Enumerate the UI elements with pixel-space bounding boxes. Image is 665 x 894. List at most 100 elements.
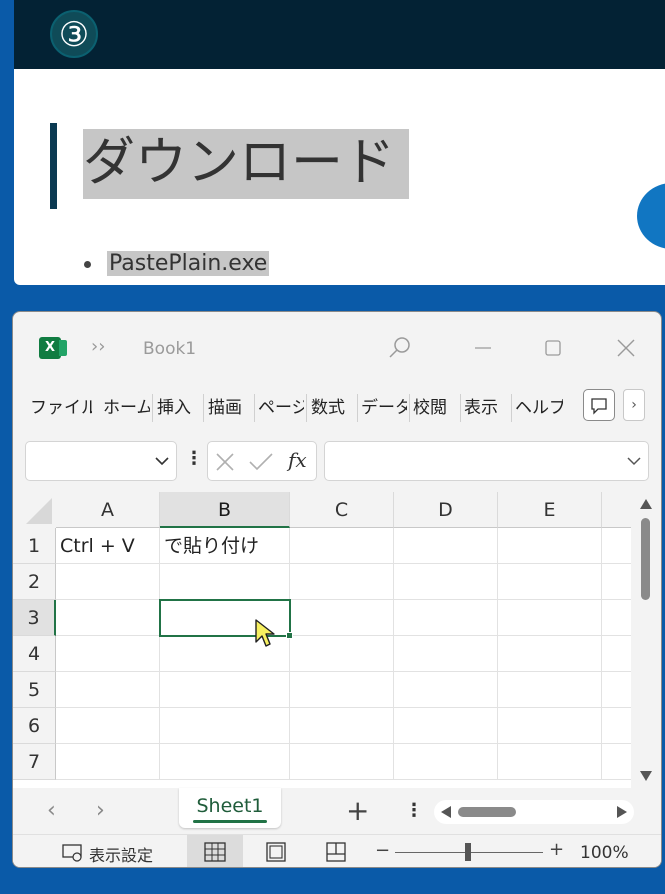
formula-input[interactable] bbox=[324, 441, 649, 481]
cell-e3[interactable] bbox=[498, 600, 602, 636]
tab-help[interactable]: ヘルプ bbox=[515, 396, 563, 420]
cell-e6[interactable] bbox=[498, 708, 602, 744]
download-list-item[interactable]: PastePlain.exe bbox=[84, 251, 270, 276]
column-header-d[interactable]: D bbox=[394, 492, 498, 528]
cell-d2[interactable] bbox=[394, 564, 498, 600]
cell-b6[interactable] bbox=[160, 708, 290, 744]
cell-d1[interactable] bbox=[394, 528, 498, 564]
row-header-6[interactable]: 6 bbox=[13, 708, 56, 744]
cell-a4[interactable] bbox=[56, 636, 160, 672]
normal-view-button[interactable] bbox=[187, 835, 243, 867]
cell-f4[interactable] bbox=[602, 636, 631, 672]
cell-b5[interactable] bbox=[160, 672, 290, 708]
search-icon[interactable] bbox=[385, 334, 415, 364]
more-options-icon[interactable]: ⋮ bbox=[185, 448, 203, 469]
cell-f7[interactable] bbox=[602, 744, 631, 780]
zoom-level[interactable]: 100% bbox=[580, 843, 629, 863]
column-header-a[interactable]: A bbox=[56, 492, 160, 528]
select-all-corner[interactable] bbox=[13, 492, 56, 528]
cell-e5[interactable] bbox=[498, 672, 602, 708]
name-box[interactable] bbox=[25, 441, 177, 481]
sheet-tab-sheet1[interactable]: Sheet1 bbox=[179, 788, 281, 828]
tab-home[interactable]: ホーム bbox=[103, 396, 150, 420]
row-header-2[interactable]: 2 bbox=[13, 564, 56, 600]
expand-formula-chevron-icon[interactable] bbox=[626, 453, 642, 469]
cell-a1[interactable]: Ctrl + V bbox=[56, 528, 160, 564]
tab-draw[interactable]: 描画 bbox=[208, 396, 252, 420]
cell-a2[interactable] bbox=[56, 564, 160, 600]
close-icon[interactable] bbox=[611, 334, 641, 364]
cell-d6[interactable] bbox=[394, 708, 498, 744]
tab-file[interactable]: ファイル bbox=[30, 396, 92, 420]
cell-b7[interactable] bbox=[160, 744, 290, 780]
cell-c2[interactable] bbox=[290, 564, 394, 600]
vertical-scrollbar[interactable] bbox=[631, 492, 661, 788]
row-header-7[interactable]: 7 bbox=[13, 744, 56, 780]
tab-data[interactable]: データ bbox=[361, 396, 407, 420]
cell-c7[interactable] bbox=[290, 744, 394, 780]
cell-c1[interactable] bbox=[290, 528, 394, 564]
page-layout-view-icon[interactable] bbox=[265, 841, 287, 863]
column-header-f[interactable] bbox=[602, 492, 631, 528]
cell-f3[interactable] bbox=[602, 600, 631, 636]
ribbon-more-chevron-icon[interactable]: › bbox=[623, 389, 645, 421]
column-header-c[interactable]: C bbox=[290, 492, 394, 528]
cell-c4[interactable] bbox=[290, 636, 394, 672]
display-settings-button[interactable]: 表示設定 bbox=[89, 842, 153, 866]
cell-d5[interactable] bbox=[394, 672, 498, 708]
tab-review[interactable]: 校閲 bbox=[413, 396, 457, 420]
worksheet-grid[interactable]: A B C D E 1 2 3 4 5 6 7 Ctrl + V で貼り付け bbox=[13, 492, 631, 788]
scroll-up-icon[interactable] bbox=[639, 498, 653, 510]
cancel-icon[interactable] bbox=[214, 451, 236, 473]
tab-view[interactable]: 表示 bbox=[464, 396, 508, 420]
scroll-top-button[interactable] bbox=[637, 183, 665, 249]
display-settings-icon[interactable] bbox=[61, 843, 85, 863]
scroll-right-icon[interactable] bbox=[616, 806, 628, 818]
cell-d7[interactable] bbox=[394, 744, 498, 780]
row-header-5[interactable]: 5 bbox=[13, 672, 56, 708]
cell-c5[interactable] bbox=[290, 672, 394, 708]
cell-c3[interactable] bbox=[290, 600, 394, 636]
download-file-link[interactable]: PastePlain.exe bbox=[107, 251, 270, 276]
vertical-scroll-thumb[interactable] bbox=[641, 518, 650, 600]
row-header-1[interactable]: 1 bbox=[13, 528, 56, 564]
add-sheet-icon[interactable]: + bbox=[346, 794, 369, 827]
sheet-options-icon[interactable]: ⋮ bbox=[405, 800, 423, 821]
cell-a5[interactable] bbox=[56, 672, 160, 708]
scroll-left-icon[interactable] bbox=[440, 806, 452, 818]
zoom-in-button[interactable]: + bbox=[549, 839, 564, 860]
cell-b1[interactable]: で貼り付け bbox=[160, 528, 290, 564]
column-header-b[interactable]: B bbox=[160, 492, 290, 528]
cell-a7[interactable] bbox=[56, 744, 160, 780]
fill-handle[interactable] bbox=[286, 632, 293, 639]
cell-d3[interactable] bbox=[394, 600, 498, 636]
tab-insert[interactable]: 挿入 bbox=[157, 396, 201, 420]
cell-b2[interactable] bbox=[160, 564, 290, 600]
insert-function-button[interactable]: fx bbox=[288, 448, 307, 472]
enter-check-icon[interactable] bbox=[248, 451, 274, 473]
zoom-slider-thumb[interactable] bbox=[465, 843, 471, 861]
cell-f2[interactable] bbox=[602, 564, 631, 600]
horizontal-scrollbar[interactable] bbox=[434, 800, 634, 824]
tab-formulas[interactable]: 数式 bbox=[311, 396, 355, 420]
cell-e4[interactable] bbox=[498, 636, 602, 672]
tab-page-layout[interactable]: ページ bbox=[258, 396, 304, 420]
page-break-view-icon[interactable] bbox=[325, 841, 347, 863]
maximize-icon[interactable] bbox=[538, 334, 568, 364]
cell-c6[interactable] bbox=[290, 708, 394, 744]
minimize-icon[interactable] bbox=[468, 334, 498, 364]
cell-a3[interactable] bbox=[56, 600, 160, 636]
cell-e2[interactable] bbox=[498, 564, 602, 600]
cell-d4[interactable] bbox=[394, 636, 498, 672]
column-header-e[interactable]: E bbox=[498, 492, 602, 528]
zoom-out-button[interactable]: − bbox=[375, 840, 390, 861]
cell-f1[interactable] bbox=[602, 528, 631, 564]
row-header-4[interactable]: 4 bbox=[13, 636, 56, 672]
prev-sheet-icon[interactable]: ‹ bbox=[47, 798, 56, 823]
next-sheet-icon[interactable]: › bbox=[96, 798, 105, 823]
chevron-down-icon[interactable] bbox=[154, 453, 170, 469]
row-header-3[interactable]: 3 bbox=[13, 600, 56, 636]
cell-e7[interactable] bbox=[498, 744, 602, 780]
cell-e1[interactable] bbox=[498, 528, 602, 564]
cell-a6[interactable] bbox=[56, 708, 160, 744]
